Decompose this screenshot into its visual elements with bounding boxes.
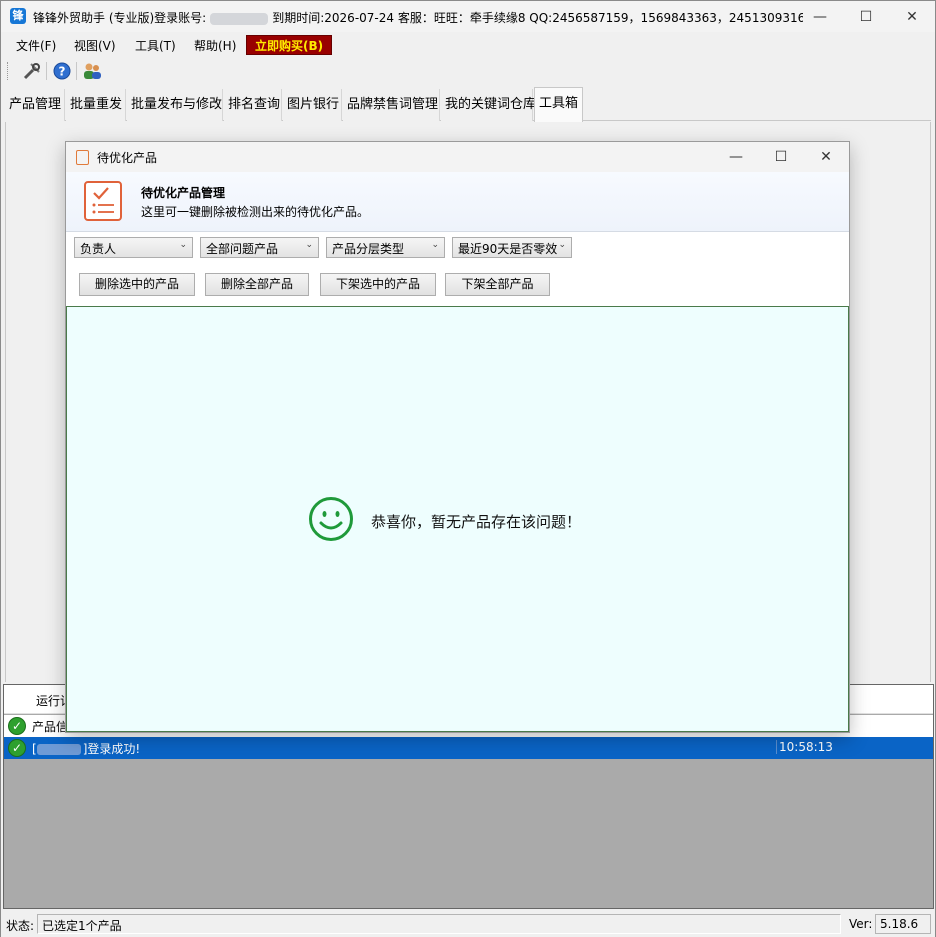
- tab-batch-publish[interactable]: 批量发布与修改: [127, 89, 223, 121]
- dialog-title-bar: 待优化产品 — ☐ ✕: [66, 142, 849, 172]
- dialog-header: 待优化产品管理 这里可一键删除被检测出来的待优化产品。: [66, 172, 849, 232]
- tab-brand-words[interactable]: 品牌禁售词管理: [343, 89, 440, 121]
- dialog-header-title: 待优化产品管理: [141, 186, 226, 200]
- checklist-icon: [84, 181, 122, 221]
- log-text: ]登录成功!: [82, 742, 141, 756]
- redacted-account: [36, 744, 81, 755]
- zero-effect-select-value: 最近90天是否零效: [458, 242, 558, 256]
- smiley-icon: [309, 497, 353, 541]
- version-label: Ver:: [849, 917, 873, 931]
- window-title-suffix: 到期时间:2026-07-24 客服：旺旺：牵手续缘8 QQ:245658715…: [272, 11, 803, 25]
- toolbar: ?: [1, 57, 935, 85]
- empty-message: 恭喜你，暂无产品存在该问题！: [371, 513, 582, 531]
- window-title: 锋锋外贸助手 (专业版)登录账号: 到期时间:2026-07-24 客服：旺旺：牵…: [33, 9, 803, 26]
- delete-selected-button[interactable]: 删除选中的产品: [79, 273, 195, 296]
- tab-toolbox[interactable]: 工具箱: [534, 87, 583, 122]
- status-label: 状态:: [6, 919, 35, 933]
- menu-help[interactable]: 帮助(H): [194, 37, 236, 54]
- tab-batch-repost[interactable]: 批量重发: [66, 89, 126, 121]
- filter-bar: 负责人 ⌄ 全部问题产品 ⌄ 产品分层类型 ⌄ 最近90天是否零效 ⌄ 删除选中的产品 …: [66, 233, 849, 305]
- toolbar-separator: [76, 62, 77, 80]
- owner-select-value: 负责人: [80, 242, 117, 256]
- success-check-icon: ✓: [8, 739, 26, 757]
- status-value: 已选定1个产品: [37, 914, 841, 934]
- title-bar: 锋 锋锋外贸助手 (专业版)登录账号: 到期时间:2026-07-24 客服：旺旺…: [1, 1, 935, 32]
- minimize-button[interactable]: —: [797, 1, 843, 32]
- dialog-title: 待优化产品: [97, 151, 158, 165]
- menu-file[interactable]: 文件(F): [16, 37, 56, 54]
- log-row-selected[interactable]: ✓ [ ]登录成功! 10:58:13: [4, 737, 933, 759]
- dialog-minimize-button[interactable]: —: [713, 142, 759, 172]
- app-icon: 锋: [10, 8, 26, 24]
- toolbar-separator: [46, 62, 47, 80]
- problem-select-value: 全部问题产品: [206, 242, 279, 256]
- version-value: 5.18.6: [875, 914, 931, 934]
- layer-select-value: 产品分层类型: [332, 242, 405, 256]
- menu-tools[interactable]: 工具(T): [135, 37, 176, 54]
- tab-keyword-warehouse[interactable]: 我的关键词仓库: [441, 89, 536, 121]
- dialog-header-description: 这里可一键删除被检测出来的待优化产品。: [141, 205, 370, 219]
- log-prefix: [: [32, 742, 37, 756]
- tab-ranking[interactable]: 排名查询: [224, 89, 282, 121]
- layer-select[interactable]: 产品分层类型 ⌄: [326, 237, 445, 258]
- tab-image-bank[interactable]: 图片银行: [283, 89, 342, 121]
- chevron-down-icon: ⌄: [431, 240, 439, 250]
- tools-icon[interactable]: [21, 60, 43, 82]
- users-icon[interactable]: [81, 60, 103, 82]
- problem-select[interactable]: 全部问题产品 ⌄: [200, 237, 319, 258]
- status-bar: 状态: 已选定1个产品 Ver: 5.18.6: [1, 911, 935, 937]
- owner-select[interactable]: 负责人 ⌄: [74, 237, 193, 258]
- offline-all-button[interactable]: 下架全部产品: [445, 273, 550, 296]
- dialog-close-button[interactable]: ✕: [803, 142, 849, 172]
- menu-bar: 文件(F) 视图(V) 工具(T) 帮助(H) 立即购买(B): [1, 33, 935, 57]
- success-check-icon: ✓: [8, 717, 26, 735]
- main-tabs: 产品管理 批量重发 批量发布与修改 排名查询 图片银行 品牌禁售词管理 我的关键…: [5, 87, 931, 122]
- log-message: 产品信: [32, 720, 69, 734]
- maximize-button[interactable]: ☐: [843, 1, 889, 32]
- toolbar-grip: [7, 62, 10, 80]
- dialog-maximize-button[interactable]: ☐: [758, 142, 804, 172]
- svg-text:?: ?: [59, 65, 66, 79]
- log-message: [ ]登录成功!: [32, 740, 140, 757]
- help-icon[interactable]: ?: [51, 60, 73, 82]
- menu-view[interactable]: 视图(V): [74, 37, 116, 54]
- redacted-account: [210, 12, 269, 25]
- log-time: 10:58:13: [776, 740, 833, 754]
- chevron-down-icon: ⌄: [179, 240, 187, 250]
- zero-effect-select[interactable]: 最近90天是否零效 ⌄: [452, 237, 572, 258]
- chevron-down-icon: ⌄: [558, 240, 566, 250]
- buy-now-button[interactable]: 立即购买(B): [246, 35, 333, 55]
- empty-result-panel: 恭喜你，暂无产品存在该问题！: [66, 306, 849, 732]
- offline-selected-button[interactable]: 下架选中的产品: [320, 273, 436, 296]
- pending-optimization-dialog: 待优化产品 — ☐ ✕ 待优化产品管理 这里可一键删除被检测出来的待优化产品。 …: [65, 141, 850, 733]
- checklist-icon: [76, 150, 89, 165]
- close-button[interactable]: ✕: [889, 1, 935, 32]
- window-title-prefix: 锋锋外贸助手 (专业版)登录账号:: [33, 11, 207, 25]
- delete-all-button[interactable]: 删除全部产品: [205, 273, 309, 296]
- tab-product-management[interactable]: 产品管理: [5, 89, 65, 121]
- chevron-down-icon: ⌄: [305, 240, 313, 250]
